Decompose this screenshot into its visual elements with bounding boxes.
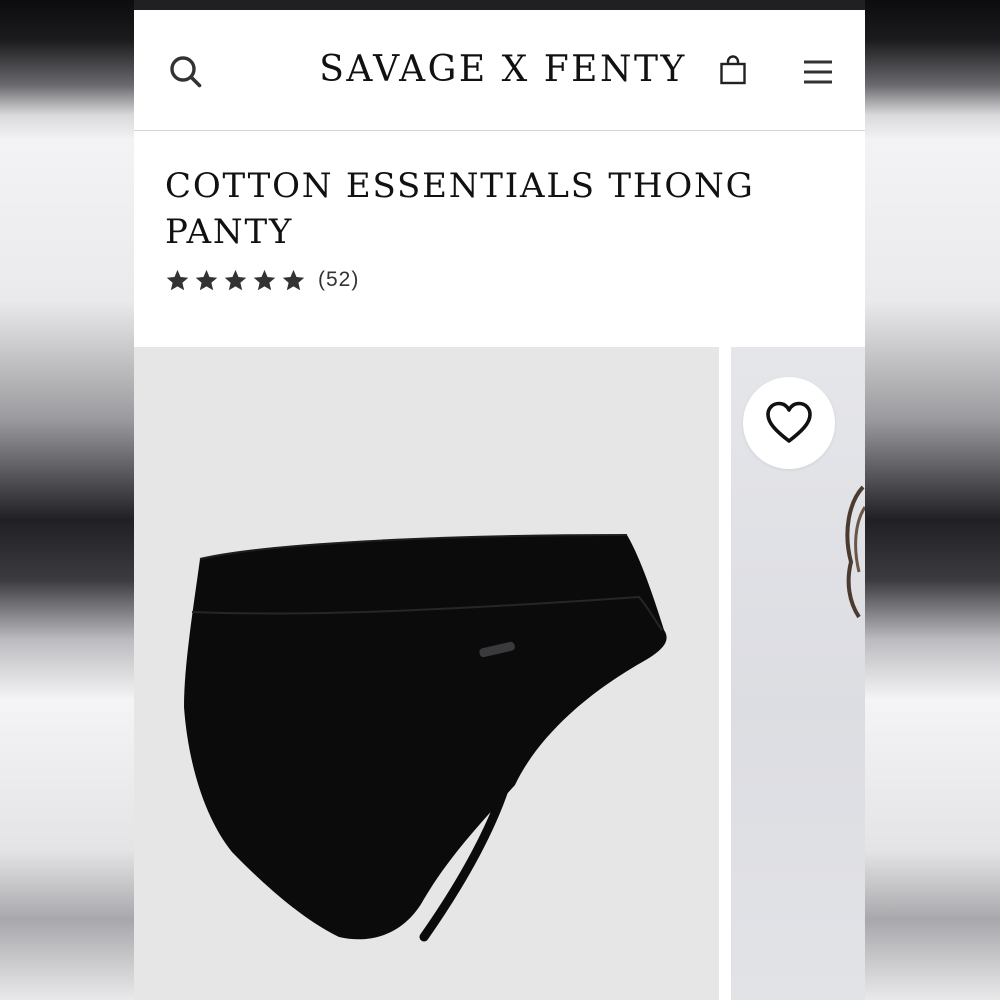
rating-stars bbox=[165, 268, 310, 293]
brand-logo[interactable]: SAVAGE X FENTY bbox=[314, 46, 692, 94]
wishlist-button[interactable] bbox=[743, 377, 835, 469]
star-icon bbox=[166, 269, 189, 290]
product-image-gallery[interactable] bbox=[134, 347, 865, 1000]
review-count[interactable]: (52) bbox=[318, 268, 359, 292]
hamburger-menu-icon bbox=[804, 60, 832, 84]
star-icon bbox=[195, 269, 218, 290]
status-bar bbox=[134, 0, 865, 10]
site-header: SAVAGE X FENTY bbox=[134, 10, 865, 131]
product-rating[interactable]: (52) bbox=[165, 264, 359, 296]
search-button[interactable] bbox=[162, 48, 210, 96]
shopping-bag-icon bbox=[720, 55, 746, 85]
star-icon bbox=[253, 269, 276, 290]
star-icon bbox=[282, 269, 305, 290]
heart-icon bbox=[766, 401, 812, 443]
product-image-main[interactable] bbox=[134, 347, 719, 1000]
search-icon bbox=[170, 56, 202, 88]
product-title: COTTON ESSENTIALS THONG PANTY bbox=[165, 166, 755, 252]
thong-panty-image bbox=[184, 534, 667, 942]
shopping-bag-button[interactable] bbox=[712, 48, 754, 92]
menu-button[interactable] bbox=[794, 48, 842, 96]
star-icon bbox=[224, 269, 247, 290]
phone-screen: SAVAGE X FENTY COTTON ESSENTIALS THONG P… bbox=[134, 0, 865, 1000]
